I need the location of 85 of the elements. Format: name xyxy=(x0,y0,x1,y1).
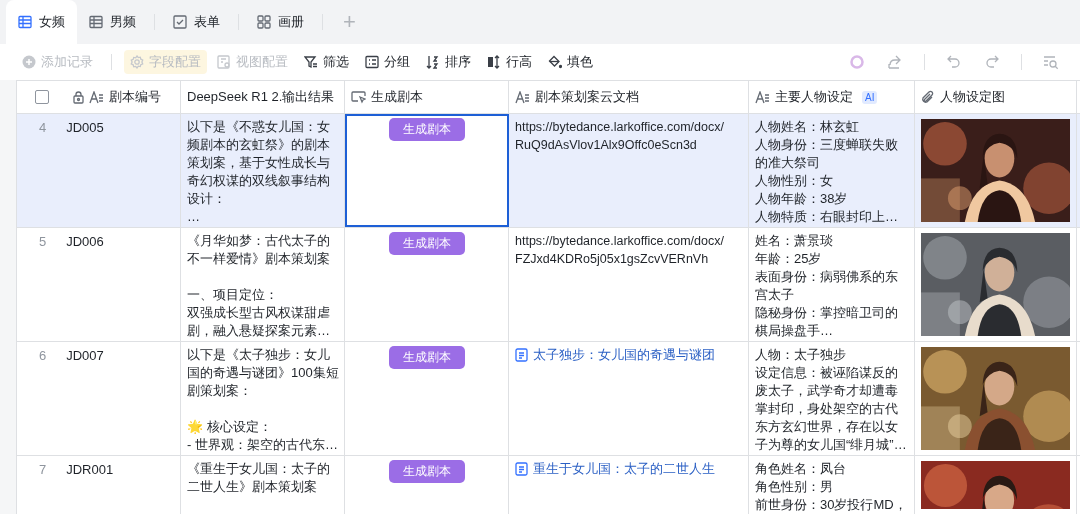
search-icon[interactable] xyxy=(1043,54,1059,70)
toolbar-button[interactable]: 分组 xyxy=(359,50,416,74)
document-link[interactable]: 太子独步：女儿国的奇遇与谜团 xyxy=(533,346,715,364)
redo-icon[interactable] xyxy=(984,54,1000,70)
table-row[interactable]: 5 JD006 《月华如梦：古代太子的不一样爱情》剧本策划案 一、项目定位： 双强成长型古风权谋甜虐剧，融入悬疑探案元素… 生成剧本 https://bytedance.larkoffice.com/docx/ FZJxd4KDRo5j05x1gsZcvVERnVh 姓名：萧景琰 年龄：25岁 表面身份：病弱佛系的东宫太子 隐秘身份：掌控暗卫司的棋局操盘手… xyxy=(17,228,1080,342)
table-cell-text: - 世界观：架空的古代东… xyxy=(187,436,339,454)
row-height-icon xyxy=(487,55,501,69)
row-number: 4 xyxy=(39,119,47,137)
table-cell-text: 人物特质：右眼封印上… xyxy=(755,208,899,226)
text-field-icon xyxy=(755,90,770,104)
document-icon xyxy=(515,348,528,362)
row-number: 6 xyxy=(39,347,47,365)
group-icon xyxy=(365,55,379,69)
select-all-checkbox[interactable] xyxy=(35,90,49,104)
row-number: 7 xyxy=(39,461,47,479)
column-header[interactable]: DeepSeek R1 2.输出结果 xyxy=(187,88,335,106)
table-cell-text: 人物性别：女 xyxy=(755,172,834,190)
view-tab[interactable]: 女频 xyxy=(6,0,77,44)
table-cell-text: 《月华如梦：古代太子的不一样爱情》剧本策划案 xyxy=(187,232,331,268)
view-tab[interactable]: 男频 xyxy=(77,0,148,44)
table-cell-text: 双强成长型古风权谋甜虐剧，融入悬疑探案元素… xyxy=(187,304,331,340)
column-header[interactable]: 主要人物设定 xyxy=(775,88,853,106)
table-cell-text: 表面身份：病弱佛系的东宫太子 xyxy=(755,268,899,304)
table-cell-text: 人物身份：三度蝉联失败的准大祭司 xyxy=(755,136,899,172)
text-field-icon xyxy=(515,90,530,104)
table-row[interactable]: 4 JD005 以下是《不惑女儿国：女频剧本的玄虹祭》的剧本策划案，基于女性成长与奇幻权谋的双线叙事结构设计： … 生成剧本 https://bytedance.larkoffice.com/docx/ RuQ9dAsVlov1Alx9Offc0eScn3d 人物姓名：林玄虹 人物身份：三度蝉联失败的准大祭司 人物性别：女 人物年龄：38岁 人物特质：右眼封印上… xyxy=(17,114,1080,228)
view-tab[interactable]: 画册 xyxy=(245,0,316,44)
table-cell-text: 《重生于女儿国：太子的二世人生》剧本策划案 xyxy=(187,460,331,496)
ring-icon[interactable] xyxy=(849,54,865,70)
generate-script-button[interactable]: 生成剧本 xyxy=(388,346,465,369)
ai-badge: AI xyxy=(862,90,878,104)
view-icon xyxy=(217,55,231,69)
table-cell-text: 🌟 核心设定： xyxy=(187,418,273,436)
table-cell-text: … xyxy=(187,208,201,226)
add-icon xyxy=(22,55,36,69)
paperclip-icon xyxy=(921,89,935,105)
sort-icon xyxy=(426,55,440,69)
share-icon[interactable] xyxy=(887,54,903,70)
table-cell-text: 一、项目定位： xyxy=(187,286,279,304)
table-cell-text: 角色性别：男 xyxy=(755,478,834,496)
fill-color-icon xyxy=(548,55,562,69)
table-cell: 设定信息：被诬陷谋反的废太子，武学奇才却遭毒掌封印，身处架空的古代东方玄幻世界，存在以女子为尊的女儿国“绯月城”… xyxy=(755,364,908,454)
button-field-icon xyxy=(351,90,366,104)
table-cell-text: 人物：太子独步 xyxy=(755,346,847,364)
table-cell-text: 以下是《不惑女儿国：女频剧本的玄虹祭》的剧本策划案，基于女性成长与奇幻权谋的双线叙事结构设计： xyxy=(187,118,331,208)
checkbox-icon xyxy=(173,15,187,29)
text-field-icon xyxy=(89,90,104,104)
settings-icon xyxy=(130,55,144,69)
toolbar-button[interactable]: 填色 xyxy=(542,50,599,74)
table-cell-text: 姓名：萧景琰 xyxy=(755,232,834,250)
column-header[interactable]: 剧本编号 xyxy=(109,88,161,106)
filter-icon xyxy=(304,55,318,69)
table-cell-text: 年龄：25岁 xyxy=(755,250,823,268)
table-cell: JDR001 xyxy=(66,461,114,479)
document-icon xyxy=(515,462,528,476)
undo-icon[interactable] xyxy=(946,54,962,70)
table-cell: JD007 xyxy=(66,347,104,365)
table-icon xyxy=(89,15,103,29)
url-text[interactable]: https://bytedance.larkoffice.com/docx/ RuQ9dAsVlov1Alx9Offc0eScn3d xyxy=(515,118,742,154)
toolbar-button[interactable]: 排序 xyxy=(420,50,477,74)
column-header[interactable]: 剧本策划案云文档 xyxy=(535,88,639,106)
table-cell-text: 隐秘身份：掌控暗卫司的棋局操盘手… xyxy=(755,304,899,340)
toolbar-button[interactable]: 筛选 xyxy=(298,50,355,74)
table-cell-text: 角色姓名：凤台 xyxy=(755,460,847,478)
column-header[interactable]: 人物设定图 xyxy=(940,88,1005,106)
gallery-icon xyxy=(257,15,271,29)
table-cell-text: 以下是《太子独步：女儿国的奇遇与谜团》100集短剧策划案： xyxy=(187,346,340,400)
table-cell-text: 人物姓名：林玄虹 xyxy=(755,118,860,136)
focused-cell[interactable]: 生成剧本 xyxy=(345,114,509,227)
url-text[interactable]: https://bytedance.larkoffice.com/docx/ FZJxd4KDRo5j05x1gsZcvVERnVh xyxy=(515,232,742,268)
table-cell: 前世身份：30岁投行MD， xyxy=(755,496,908,514)
column-header[interactable]: 生成剧本 xyxy=(371,88,423,106)
view-tab[interactable]: 表单 xyxy=(161,0,232,44)
toolbar-button[interactable]: 行高 xyxy=(481,50,538,74)
table-cell: JD006 xyxy=(66,233,104,251)
table-row[interactable]: 6 JD007 以下是《太子独步：女儿国的奇遇与谜团》100集短剧策划案： 🌟 核心设定： - 世界观：架空的古代东… 生成剧本 太子独步：女儿国的奇遇与谜团 人物：太子独步 设定信息：被诬陷谋反的废太子，武学奇才却遭毒掌封印，身处架空的古代东方玄幻世界，存在以女子为尊的女儿国“绯月城”… xyxy=(17,342,1080,456)
table-row[interactable]: 7 JDR001 《重生于女儿国：太子的二世人生》剧本策划案 生成剧本 重生于女儿国：太子的二世人生 角色姓名：凤台 角色性别：男 前世身份：30岁投行MD， xyxy=(17,456,1080,514)
generate-script-button[interactable]: 生成剧本 xyxy=(388,118,465,141)
generate-script-button[interactable]: 生成剧本 xyxy=(388,232,465,255)
table-cell-text: 人物年龄：38岁 xyxy=(755,190,849,208)
document-link[interactable]: 重生于女儿国：太子的二世人生 xyxy=(533,460,715,478)
table-cell: JD005 xyxy=(66,119,104,137)
table-icon xyxy=(18,15,32,29)
generate-script-button[interactable]: 生成剧本 xyxy=(388,460,465,483)
row-number: 5 xyxy=(39,233,47,251)
